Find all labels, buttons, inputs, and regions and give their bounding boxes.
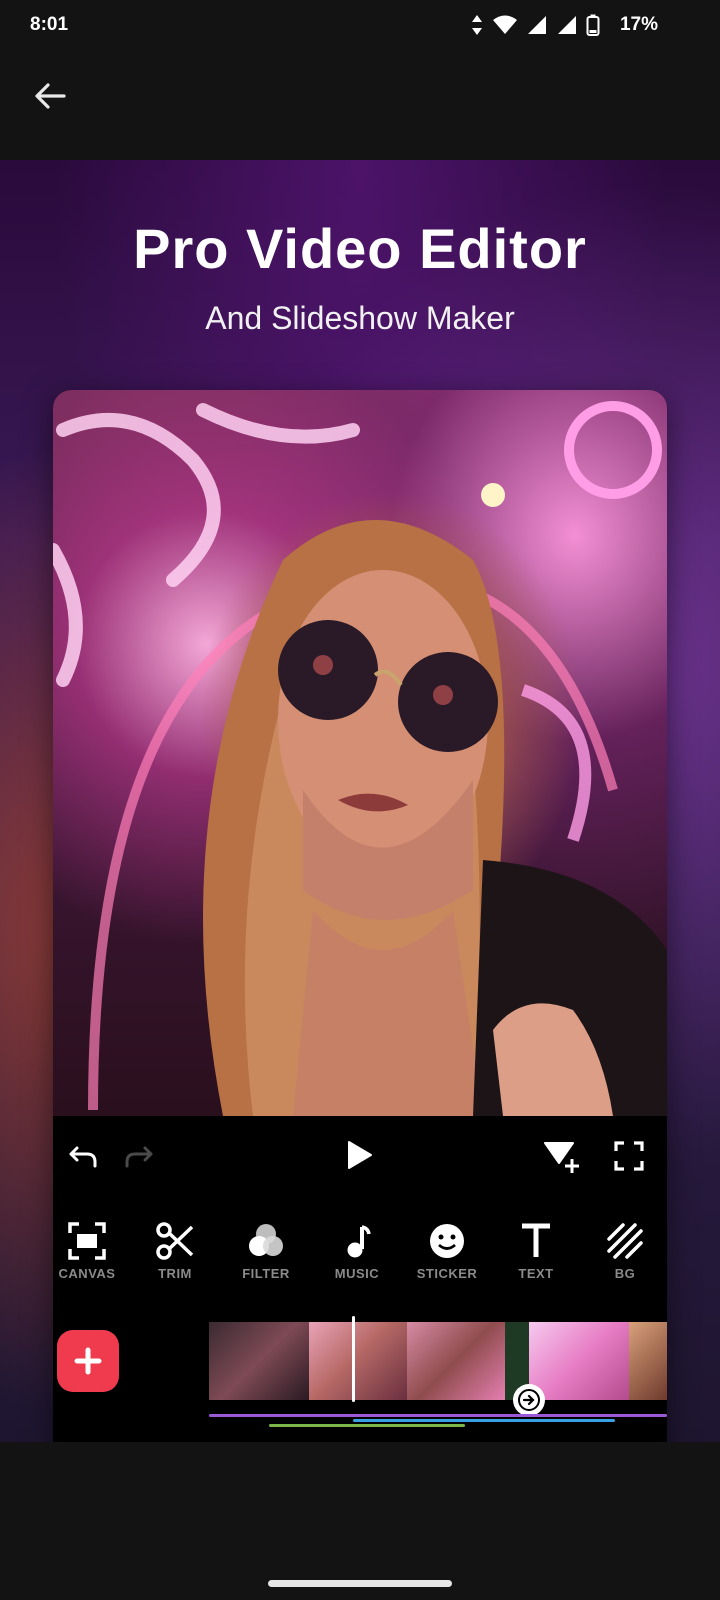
promo-subtitle: And Slideshow Maker <box>205 300 515 336</box>
play-icon <box>348 1141 372 1169</box>
battery-percent: 17% <box>619 14 658 35</box>
undo-icon <box>69 1146 97 1168</box>
filter-icon <box>249 1224 283 1256</box>
tool-sticker[interactable]: STICKER <box>407 1216 487 1281</box>
tool-label: STICKER <box>416 1266 478 1281</box>
add-keyframe-button[interactable] <box>537 1134 585 1178</box>
smiley-icon <box>430 1224 464 1258</box>
tool-label: TEXT <box>518 1266 554 1281</box>
track-bar-purple <box>209 1414 667 1417</box>
track-bar-green <box>269 1424 465 1427</box>
preview-photo <box>53 390 667 1116</box>
tool-filter[interactable]: FILTER <box>226 1216 306 1281</box>
timeline-frame <box>407 1322 505 1400</box>
plus-icon <box>74 1347 102 1375</box>
play-button[interactable] <box>329 1132 389 1178</box>
tool-bg[interactable]: BG <box>585 1216 665 1281</box>
tool-trim[interactable]: TRIM <box>135 1216 215 1281</box>
status-icons <box>470 14 600 36</box>
timeline-frame <box>309 1322 407 1400</box>
status-time: 8:01 <box>30 14 69 35</box>
tool-label: BG <box>614 1266 636 1281</box>
timeline-frame <box>629 1322 667 1400</box>
editor-preview-mockup: CANVAS TRIM FILTER MUSIC STICKER TEXT BG <box>53 390 667 1442</box>
promo-title: Pro Video Editor <box>133 217 587 280</box>
transition-button[interactable] <box>513 1384 545 1416</box>
background-icon <box>607 1223 643 1259</box>
add-clip-button[interactable] <box>57 1330 119 1392</box>
timeline-clips[interactable] <box>209 1322 667 1400</box>
home-gesture-pill[interactable] <box>268 1580 452 1587</box>
back-arrow-icon[interactable] <box>30 76 70 116</box>
music-note-icon <box>347 1225 371 1258</box>
scissors-icon <box>156 1222 194 1260</box>
fullscreen-button[interactable] <box>605 1134 653 1178</box>
redo-icon <box>125 1146 153 1168</box>
tools-row: CANVAS TRIM FILTER MUSIC STICKER TEXT BG <box>53 1216 667 1316</box>
undo-button[interactable] <box>59 1136 107 1176</box>
tool-label: CANVAS <box>58 1266 116 1281</box>
timeline-frame <box>529 1322 629 1400</box>
drop-add-icon <box>544 1142 579 1173</box>
track-bar-blue <box>353 1419 615 1422</box>
tool-canvas[interactable]: CANVAS <box>53 1216 127 1281</box>
neon-portrait-image <box>53 401 667 1116</box>
playhead[interactable] <box>352 1316 355 1402</box>
canvas-icon <box>68 1222 106 1260</box>
system-nav-bar <box>0 1442 720 1600</box>
timeline-frame <box>209 1322 309 1400</box>
editor-panel: CANVAS TRIM FILTER MUSIC STICKER TEXT BG <box>53 1116 667 1442</box>
signal-icon-2 <box>558 16 576 34</box>
battery-icon <box>586 14 600 36</box>
fullscreen-icon <box>614 1141 644 1171</box>
data-arrows-icon <box>472 15 482 35</box>
tool-label: MUSIC <box>334 1266 380 1281</box>
tool-text[interactable]: TEXT <box>496 1216 576 1281</box>
arrow-right-icon <box>518 1389 540 1411</box>
tool-music[interactable]: MUSIC <box>317 1216 397 1281</box>
app-bar <box>0 52 720 160</box>
status-bar: 8:01 17% <box>0 0 720 52</box>
wifi-icon <box>493 15 517 34</box>
signal-icon <box>528 16 546 34</box>
tool-label: TRIM <box>158 1266 192 1281</box>
text-icon <box>522 1223 550 1257</box>
promo-banner: Pro Video Editor And Slideshow Maker CAN… <box>0 160 720 1442</box>
tool-label: FILTER <box>242 1266 290 1281</box>
redo-button[interactable] <box>115 1136 163 1176</box>
